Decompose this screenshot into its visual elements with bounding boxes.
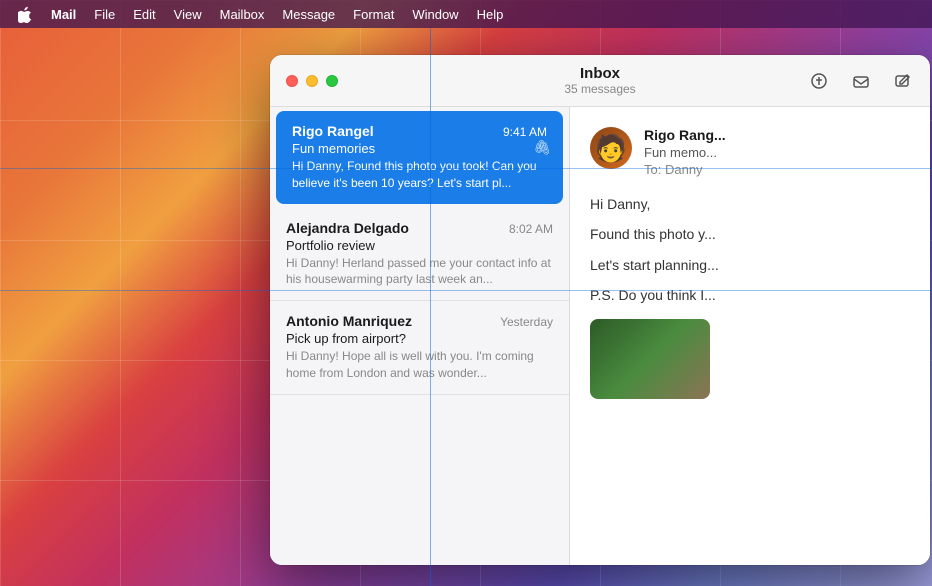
maximize-button[interactable]: [326, 75, 338, 87]
message-preview-1: Hi Danny, Found this photo you took! Can…: [292, 158, 547, 192]
menu-bar: Mail File Edit View Mailbox Message Form…: [0, 0, 932, 28]
detail-greeting: Hi Danny,: [590, 193, 910, 215]
apple-menu[interactable]: [8, 0, 42, 28]
message-subject-2: Portfolio review: [286, 238, 553, 253]
mail-window: Inbox 35 messages: [270, 55, 930, 565]
detail-sender-row: 🧑 Rigo Rang... Fun memo... To: Danny: [590, 127, 910, 177]
message-subject-3: Pick up from airport?: [286, 331, 553, 346]
message-time-2: 8:02 AM: [509, 222, 553, 236]
message-subject-1: Fun memories: [292, 141, 547, 156]
menu-mailbox[interactable]: Mailbox: [211, 0, 274, 28]
message-list[interactable]: Rigo Rangel 9:41 AM Fun memories Hi Dann…: [270, 107, 570, 565]
mailbox-icon[interactable]: [850, 70, 872, 92]
inbox-subtitle: 35 messages: [564, 82, 635, 96]
detail-line1: Found this photo y...: [590, 223, 910, 245]
compose-icon[interactable]: [892, 70, 914, 92]
inbox-info: Inbox 35 messages: [564, 65, 635, 96]
title-bar: Inbox 35 messages: [270, 55, 930, 107]
message-item-3[interactable]: Antonio Manriquez Yesterday Pick up from…: [270, 301, 569, 395]
menu-format[interactable]: Format: [344, 0, 403, 28]
detail-sender-info: Rigo Rang... Fun memo... To: Danny: [644, 127, 910, 177]
detail-to: To: Danny: [644, 162, 910, 177]
avatar: 🧑: [590, 127, 632, 169]
mail-content: Rigo Rangel 9:41 AM Fun memories Hi Dann…: [270, 107, 930, 565]
menu-mail[interactable]: Mail: [42, 0, 85, 28]
menu-window[interactable]: Window: [403, 0, 467, 28]
attachment-icon-1: 🖇: [533, 139, 551, 156]
message-time-1: 9:41 AM: [503, 125, 547, 139]
message-detail: 🧑 Rigo Rang... Fun memo... To: Danny Hi …: [570, 107, 930, 565]
inbox-title: Inbox: [580, 65, 620, 82]
message-preview-3: Hi Danny! Hope all is well with you. I'm…: [286, 348, 553, 382]
menu-file[interactable]: File: [85, 0, 124, 28]
detail-body: Hi Danny, Found this photo y... Let's st…: [590, 193, 910, 307]
menu-help[interactable]: Help: [468, 0, 513, 28]
detail-sender-name: Rigo Rang...: [644, 127, 910, 143]
menu-edit[interactable]: Edit: [124, 0, 164, 28]
sender-name-2: Alejandra Delgado: [286, 220, 409, 236]
minimize-button[interactable]: [306, 75, 318, 87]
title-actions: [808, 70, 914, 92]
traffic-lights: [286, 75, 338, 87]
detail-ps: P.S. Do you think I...: [590, 284, 910, 306]
menu-view[interactable]: View: [165, 0, 211, 28]
message-item-2[interactable]: Alejandra Delgado 8:02 AM Portfolio revi…: [270, 208, 569, 302]
sender-name-1: Rigo Rangel: [292, 123, 374, 139]
detail-photo: [590, 319, 710, 399]
detail-subject: Fun memo...: [644, 145, 910, 160]
menu-message[interactable]: Message: [273, 0, 344, 28]
sender-name-3: Antonio Manriquez: [286, 313, 412, 329]
message-preview-2: Hi Danny! Herland passed me your contact…: [286, 255, 553, 289]
message-time-3: Yesterday: [500, 315, 553, 329]
message-item-1[interactable]: Rigo Rangel 9:41 AM Fun memories Hi Dann…: [276, 111, 563, 204]
detail-line2: Let's start planning...: [590, 254, 910, 276]
filter-icon[interactable]: [808, 70, 830, 92]
close-button[interactable]: [286, 75, 298, 87]
